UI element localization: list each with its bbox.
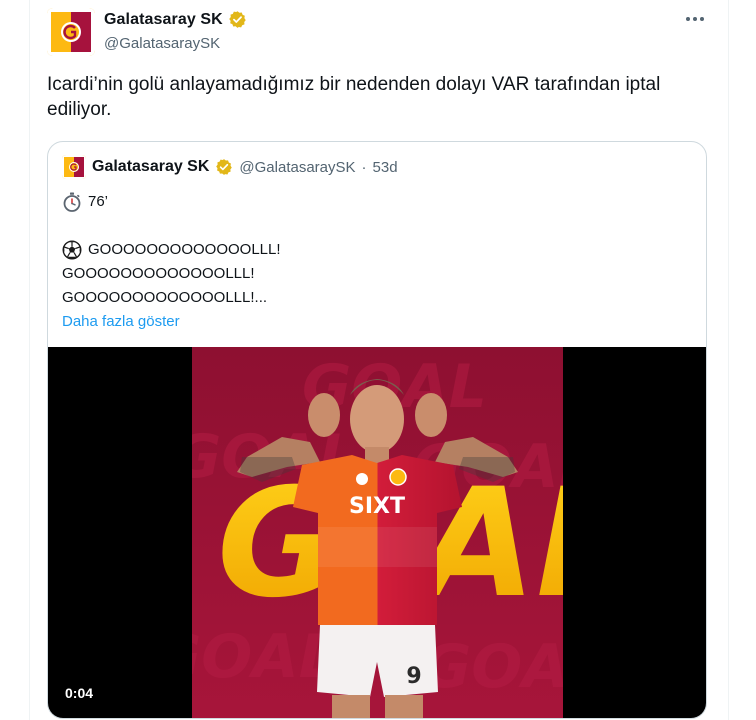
quoted-tweet-header: Galatasaray SK @GalatasaraySK · 53d <box>62 155 398 179</box>
handle[interactable]: @GalatasaraySK <box>104 35 247 52</box>
match-minute: 76’ <box>88 193 109 210</box>
soccer-ball-icon <box>62 240 82 260</box>
video-duration: 0:04 <box>65 685 94 701</box>
goal-celebration-graphic: GOAL GOAL GOAL GOAL GOAL G AL <box>192 347 563 718</box>
goal-line-3: GOOOOOOOOOOOOOLLL!... <box>62 289 268 306</box>
tweet-author: Galatasaray SK @GalatasaraySK <box>104 10 247 52</box>
tweet-text: Icardi’nin golü anlayamadığımız bir nede… <box>47 74 661 120</box>
sponsor-logo: SIXT <box>349 494 405 519</box>
stopwatch-icon <box>63 192 81 212</box>
shirt-number: 9 <box>406 664 421 689</box>
svg-text:GOAL: GOAL <box>192 622 337 692</box>
video-player[interactable]: GOAL GOAL GOAL GOAL GOAL G AL <box>48 347 706 718</box>
quoted-avatar[interactable] <box>62 155 86 179</box>
svg-text:GOAL: GOAL <box>422 632 563 702</box>
verified-badge-icon[interactable] <box>228 10 247 29</box>
club-logo-icon <box>62 155 86 179</box>
quoted-tweet-text: 76’ GOOOOOOOOOOOOOLLL! GOOOOOOOOOOOOOLLL… <box>62 190 281 334</box>
show-more-link[interactable]: Daha fazla göster <box>62 310 180 334</box>
club-logo-icon <box>47 8 95 56</box>
quoted-display-name[interactable]: Galatasaray SK <box>92 158 209 176</box>
verified-badge-icon[interactable] <box>215 158 233 176</box>
quoted-handle[interactable]: @GalatasaraySK <box>239 159 355 176</box>
separator-dot: · <box>361 158 367 176</box>
more-horizontal-icon <box>686 17 704 21</box>
tweet-page: Galatasaray SK @GalatasaraySK Icardi’nin… <box>0 0 756 720</box>
avatar[interactable] <box>47 8 95 56</box>
quoted-timestamp[interactable]: 53d <box>373 159 398 176</box>
more-options-button[interactable] <box>682 8 708 30</box>
goal-line-2: GOOOOOOOOOOOOOLLL! <box>62 265 255 282</box>
goal-line-1: GOOOOOOOOOOOOOLLL! <box>88 241 281 258</box>
quoted-tweet[interactable]: Galatasaray SK @GalatasaraySK · 53d 76’ <box>47 141 707 719</box>
display-name[interactable]: Galatasaray SK <box>104 11 223 29</box>
left-gutter <box>0 0 30 720</box>
right-gutter <box>728 0 756 720</box>
